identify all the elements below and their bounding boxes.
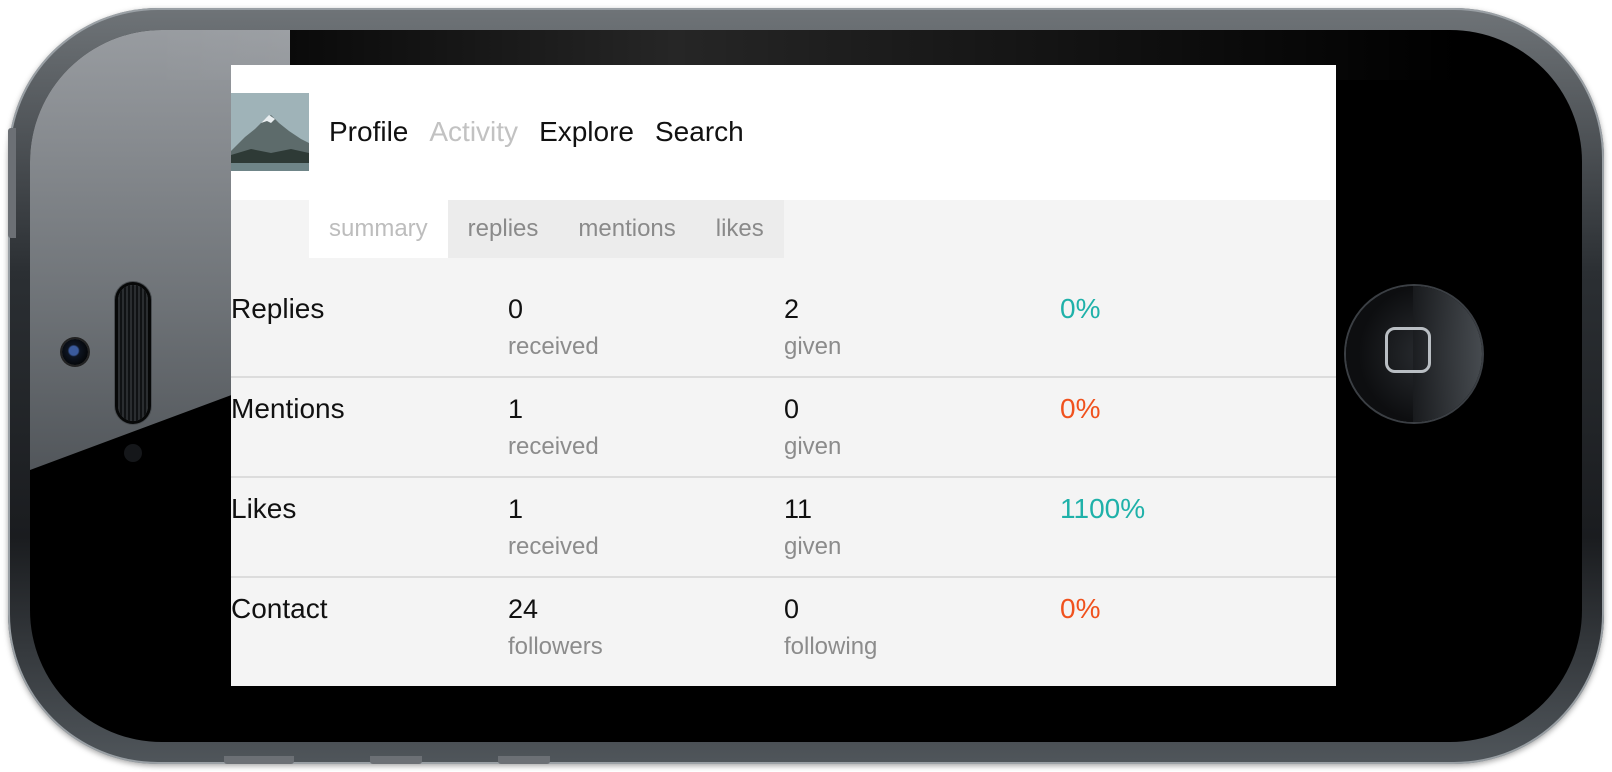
- sleep-button: [224, 756, 294, 764]
- stat-label: Contact: [231, 593, 328, 624]
- nav-explore[interactable]: Explore: [539, 113, 634, 151]
- top-nav: Profile Activity Explore Search: [329, 113, 744, 151]
- stat-following: 0 following: [784, 592, 877, 662]
- tab-replies[interactable]: replies: [447, 200, 559, 258]
- tab-summary[interactable]: summary: [309, 200, 448, 258]
- stat-value: 24: [508, 594, 539, 624]
- tab-mentions[interactable]: mentions: [558, 200, 696, 258]
- stats-list: Replies 0 received 2 given 0% Mentions 1…: [231, 278, 1336, 676]
- activity-tabs: summary replies mentions likes: [309, 200, 784, 258]
- stat-caption: given: [784, 533, 842, 560]
- stat-value: 1: [508, 394, 524, 424]
- stat-given: 2 given: [784, 292, 841, 362]
- home-square-icon: [1385, 327, 1431, 373]
- stat-caption: followers: [508, 633, 603, 660]
- stat-percent: 1100%: [1060, 493, 1146, 524]
- stat-given: 0 given: [784, 392, 841, 462]
- volume-up-button: [370, 756, 422, 764]
- tab-likes[interactable]: likes: [695, 200, 784, 258]
- mute-switch: [8, 128, 16, 238]
- stat-value: 0: [784, 394, 800, 424]
- mountain-photo-icon: [231, 93, 309, 171]
- stat-value: 0: [508, 294, 524, 324]
- stat-label: Likes: [231, 493, 297, 524]
- stat-percent: 0%: [1060, 593, 1101, 624]
- stat-value: 0: [784, 594, 800, 624]
- front-camera-icon: [62, 339, 88, 365]
- stat-caption: given: [784, 433, 842, 460]
- stat-percent: 0%: [1060, 293, 1101, 324]
- avatar[interactable]: [231, 93, 309, 171]
- stat-row-mentions: Mentions 1 received 0 given 0%: [231, 378, 1336, 478]
- stat-row-replies: Replies 0 received 2 given 0%: [231, 278, 1336, 378]
- stat-caption: given: [784, 333, 842, 360]
- stat-percent: 0%: [1060, 393, 1101, 424]
- stat-caption: received: [508, 333, 599, 360]
- stat-row-contact: Contact 24 followers 0 following 0%: [231, 578, 1336, 676]
- stat-caption: received: [508, 433, 599, 460]
- stat-label: Mentions: [231, 393, 345, 424]
- stat-caption: received: [508, 533, 599, 560]
- app-header: Profile Activity Explore Search: [231, 65, 1336, 200]
- nav-profile[interactable]: Profile: [329, 113, 408, 151]
- volume-down-button: [498, 756, 550, 764]
- stat-value: 11: [784, 494, 813, 524]
- stat-value: 1: [508, 494, 524, 524]
- nav-activity[interactable]: Activity: [429, 113, 518, 151]
- stat-caption: following: [784, 633, 878, 660]
- nav-search[interactable]: Search: [655, 113, 744, 151]
- stat-label: Replies: [231, 293, 325, 324]
- stat-followers: 24 followers: [508, 592, 603, 662]
- stat-row-likes: Likes 1 received 11 given 1100%: [231, 478, 1336, 578]
- app-screen: Profile Activity Explore Search summary …: [231, 65, 1336, 686]
- stat-received: 1 received: [508, 392, 599, 462]
- stat-given: 11 given: [784, 492, 841, 562]
- earpiece-speaker: [118, 285, 148, 421]
- stat-value: 2: [784, 294, 800, 324]
- stat-received: 1 received: [508, 492, 599, 562]
- proximity-sensor: [124, 444, 142, 462]
- stat-received: 0 received: [508, 292, 599, 362]
